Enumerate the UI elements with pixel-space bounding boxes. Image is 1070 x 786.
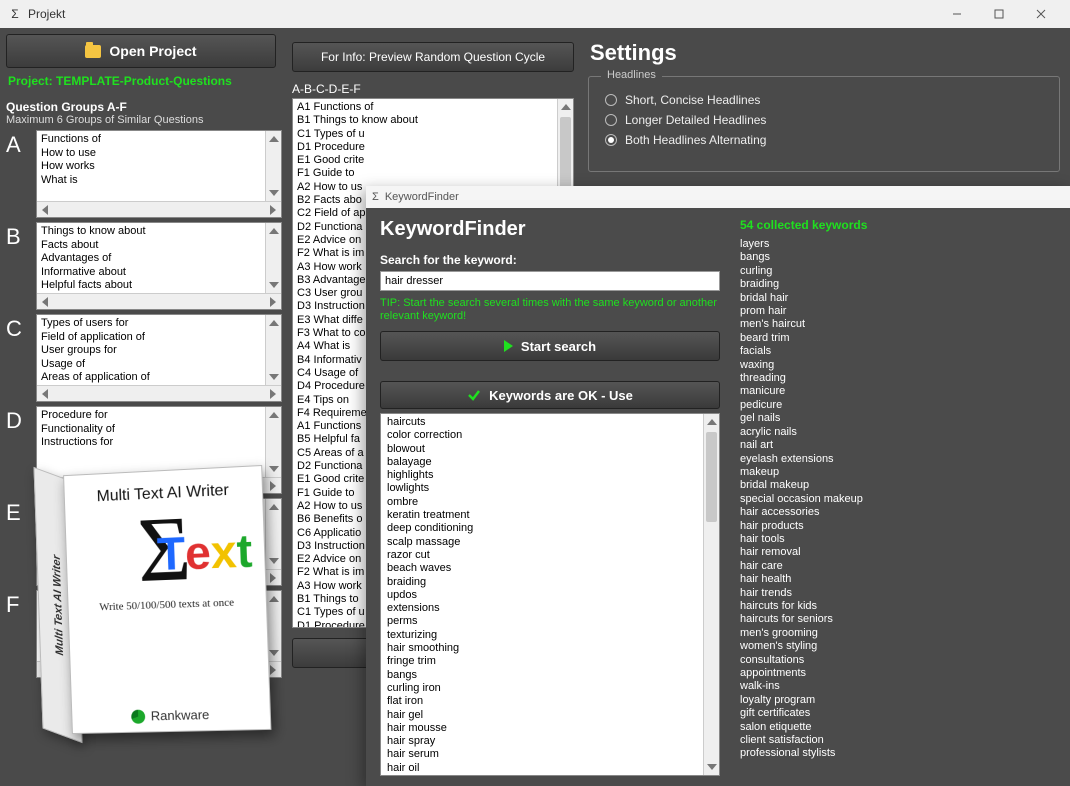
- kw-titlebar: Σ KeywordFinder: [366, 186, 1070, 208]
- kw-left-listbox[interactable]: haircuts color correction blowout balaya…: [380, 413, 720, 776]
- scroll-right-icon[interactable]: [265, 202, 281, 217]
- scroll-up-icon[interactable]: [704, 414, 719, 430]
- scroll-right-icon[interactable]: [265, 294, 281, 309]
- radio-icon: [605, 94, 617, 106]
- headline-option[interactable]: Short, Concise Headlines: [605, 93, 1043, 107]
- radio-label: Longer Detailed Headlines: [625, 113, 766, 127]
- maximize-button[interactable]: [978, 0, 1020, 28]
- groups-header: Question Groups A-F: [6, 100, 282, 114]
- radio-label: Both Headlines Alternating: [625, 133, 766, 147]
- scrollbar-vertical[interactable]: [265, 223, 281, 293]
- scrollbar-vertical[interactable]: [703, 414, 719, 775]
- group-textarea-c[interactable]: Types of users for Field of application …: [36, 314, 282, 402]
- keywords-ok-label: Keywords are OK - Use: [489, 388, 633, 403]
- kw-collected-count: 54 collected keywords: [740, 218, 1056, 232]
- group-lines: Functions of How to use How works What i…: [37, 131, 281, 201]
- headline-option[interactable]: Both Headlines Alternating: [605, 133, 1043, 147]
- scroll-up-icon[interactable]: [266, 315, 281, 331]
- kw-heading: KeywordFinder: [380, 218, 720, 241]
- kw-left-lines: haircuts color correction blowout balaya…: [381, 414, 719, 776]
- folder-icon: [85, 45, 101, 58]
- group-row-c: CTypes of users for Field of application…: [6, 314, 282, 402]
- scroll-left-icon[interactable]: [37, 202, 53, 217]
- group-lines: Types of users for Field of application …: [37, 315, 281, 385]
- group-textarea-a[interactable]: Functions of How to use How works What i…: [36, 130, 282, 218]
- groups-sub: Maximum 6 Groups of Similar Questions: [6, 114, 282, 126]
- minimize-button[interactable]: [936, 0, 978, 28]
- product-box-side-text: Multi Text AI Writer: [50, 553, 65, 658]
- radio-icon: [605, 114, 617, 126]
- scroll-down-icon[interactable]: [266, 277, 281, 293]
- group-row-a: AFunctions of How to use How works What …: [6, 130, 282, 218]
- group-lines: Things to know about Facts about Advanta…: [37, 223, 281, 293]
- radio-label: Short, Concise Headlines: [625, 93, 760, 107]
- product-box-front: Multi Text AI Writer Σ Text Write 50/100…: [63, 465, 271, 734]
- text-logo: Text: [156, 523, 253, 581]
- headlines-fieldset: Headlines Short, Concise HeadlinesLonger…: [588, 76, 1060, 172]
- start-search-button[interactable]: Start search: [380, 331, 720, 361]
- start-search-label: Start search: [521, 339, 596, 354]
- scroll-down-icon[interactable]: [266, 185, 281, 201]
- scroll-down-icon[interactable]: [704, 759, 719, 775]
- headlines-legend: Headlines: [601, 69, 662, 81]
- abc-label: A-B-C-D-E-F: [292, 82, 574, 96]
- check-icon: [467, 388, 481, 402]
- product-brand: Rankware: [72, 706, 270, 726]
- product-box: Multi Text AI Writer Multi Text AI Write…: [22, 456, 272, 766]
- scroll-thumb[interactable]: [706, 432, 717, 522]
- kw-window-title: KeywordFinder: [385, 191, 459, 203]
- group-letter: B: [6, 222, 30, 310]
- group-textarea-b[interactable]: Things to know about Facts about Advanta…: [36, 222, 282, 310]
- scrollbar-horizontal[interactable]: [37, 201, 281, 217]
- radio-icon: [605, 134, 617, 146]
- scroll-up-icon[interactable]: [266, 131, 281, 147]
- sigma-icon: Σ: [372, 191, 379, 203]
- scrollbar-horizontal[interactable]: [37, 293, 281, 309]
- group-letter: C: [6, 314, 30, 402]
- headline-option[interactable]: Longer Detailed Headlines: [605, 113, 1043, 127]
- brand-icon: [131, 709, 145, 723]
- group-row-b: BThings to know about Facts about Advant…: [6, 222, 282, 310]
- keywordfinder-window: Σ KeywordFinder KeywordFinder Search for…: [366, 186, 1070, 786]
- window-title: Projekt: [28, 7, 65, 21]
- project-path-label: Project: TEMPLATE-Product-Questions: [6, 72, 282, 96]
- scroll-up-icon[interactable]: [266, 223, 281, 239]
- scrollbar-vertical[interactable]: [265, 315, 281, 385]
- scrollbar-horizontal[interactable]: [37, 385, 281, 401]
- preview-cycle-label: For Info: Preview Random Question Cycle: [321, 50, 545, 64]
- scroll-down-icon[interactable]: [266, 369, 281, 385]
- kw-search-label: Search for the keyword:: [380, 253, 720, 267]
- scroll-left-icon[interactable]: [37, 386, 53, 401]
- preview-cycle-button[interactable]: For Info: Preview Random Question Cycle: [292, 42, 574, 72]
- kw-right-list[interactable]: layers bangs curling braiding bridal hai…: [740, 238, 1056, 776]
- play-icon: [504, 340, 513, 352]
- sigma-icon: Σ: [8, 7, 22, 21]
- keywords-ok-button[interactable]: Keywords are OK - Use: [380, 381, 720, 409]
- scroll-up-icon[interactable]: [266, 407, 281, 423]
- brand-label: Rankware: [151, 707, 210, 723]
- kw-tip: TIP: Start the search several times with…: [380, 297, 720, 323]
- scrollbar-vertical[interactable]: [265, 131, 281, 201]
- open-project-label: Open Project: [109, 43, 196, 59]
- group-letter: A: [6, 130, 30, 218]
- settings-title: Settings: [590, 40, 1060, 66]
- window-titlebar: Σ Projekt: [0, 0, 1070, 28]
- open-project-button[interactable]: Open Project: [6, 34, 276, 68]
- search-input[interactable]: [380, 271, 720, 291]
- product-box-subtitle: Write 50/100/500 texts at once: [99, 597, 234, 614]
- scroll-left-icon[interactable]: [37, 294, 53, 309]
- scroll-up-icon[interactable]: [558, 99, 573, 115]
- scroll-right-icon[interactable]: [265, 386, 281, 401]
- close-button[interactable]: [1020, 0, 1062, 28]
